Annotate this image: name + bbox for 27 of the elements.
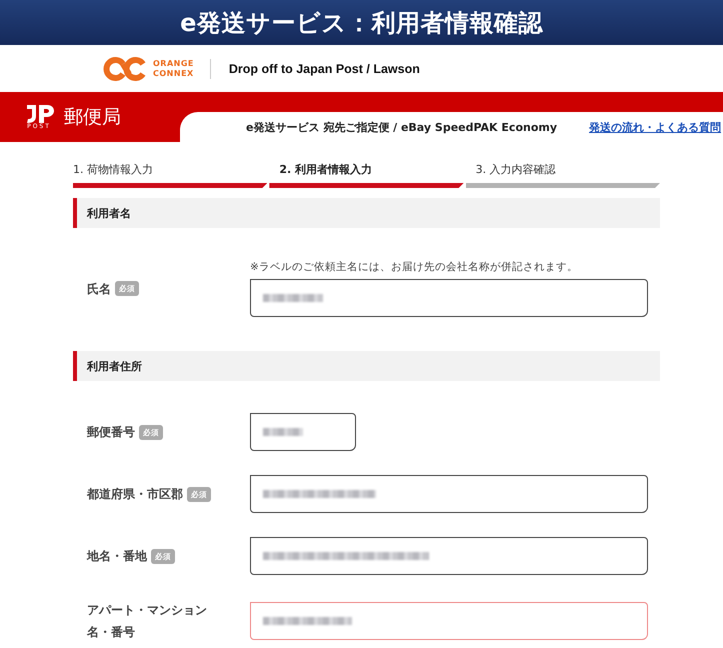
blurred-value bbox=[263, 294, 323, 302]
input-field[interactable] bbox=[250, 475, 648, 513]
page-title: e発送サービス：利用者情報確認 bbox=[180, 8, 543, 38]
input-field[interactable] bbox=[250, 279, 648, 317]
section-heading: 利用者名 bbox=[73, 198, 660, 228]
help-link[interactable]: 発送の流れ・よくある質問 bbox=[589, 120, 722, 134]
field-label: 氏名 bbox=[87, 280, 111, 298]
post-logo-icon bbox=[24, 104, 54, 122]
section-heading: 利用者住所 bbox=[73, 351, 660, 381]
input-field[interactable] bbox=[250, 413, 356, 451]
field-note: ※ラベルのご依頼主名には、お届け先の会社名称が併記されます。 bbox=[250, 260, 579, 274]
step-label: 1. 荷物情報入力 bbox=[73, 162, 154, 177]
blurred-value bbox=[263, 428, 303, 436]
step-label: 3. 入力内容確認 bbox=[474, 162, 557, 177]
input-field[interactable] bbox=[250, 602, 648, 640]
logo-text: ORANGE bbox=[153, 58, 194, 68]
logo-text: CONNEX bbox=[153, 68, 194, 78]
field-label: 地名・番地 bbox=[87, 548, 147, 565]
input-field[interactable] bbox=[250, 537, 648, 575]
field-label: 都道府県・市区郡 bbox=[87, 486, 183, 503]
field-label: 郵便番号 bbox=[87, 424, 135, 441]
step-label: 2. 利用者情報入力 bbox=[278, 162, 373, 177]
service-name: e発送サービス 宛先ご指定便 / eBay SpeedPAK Economy bbox=[246, 120, 558, 134]
tagline: Drop off to Japan Post / Lawson bbox=[228, 62, 420, 76]
field-label: アパート・マンション名・番号 bbox=[87, 602, 208, 641]
logo-icon bbox=[103, 56, 147, 82]
post-office-name: 郵便局 bbox=[64, 106, 121, 130]
